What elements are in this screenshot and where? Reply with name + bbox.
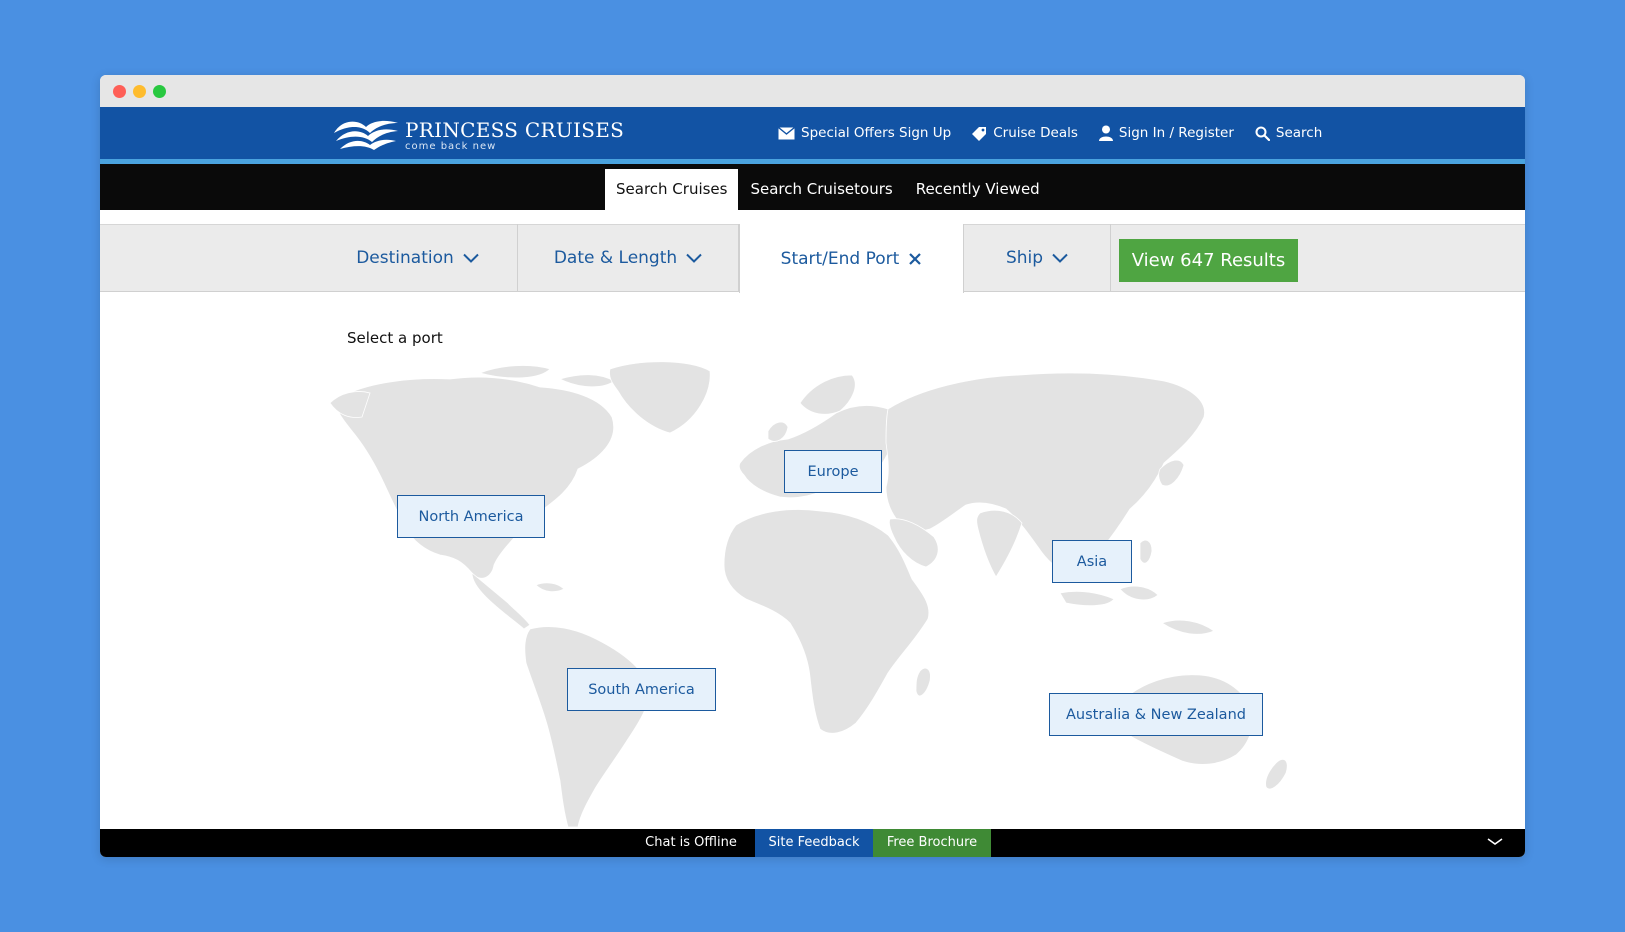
region-europe-button[interactable]: Europe xyxy=(784,450,882,493)
browser-window: PRINCESS CRUISES come back new Special O… xyxy=(100,75,1525,857)
special-offers-label: Special Offers Sign Up xyxy=(801,125,952,141)
region-asia-button[interactable]: Asia xyxy=(1052,540,1132,583)
site-header: PRINCESS CRUISES come back new Special O… xyxy=(100,107,1525,159)
close-window-button[interactable] xyxy=(113,85,126,98)
region-australia-nz-button[interactable]: Australia & New Zealand xyxy=(1049,693,1263,736)
chevron-down-icon[interactable] xyxy=(1487,837,1503,847)
port-selector: Select a port North America Europe Asia … xyxy=(100,293,1525,829)
ship-filter[interactable]: Ship xyxy=(964,224,1111,292)
brand-name: PRINCESS CRUISES xyxy=(405,118,625,142)
view-results-button[interactable]: View 647 Results xyxy=(1119,239,1298,282)
header-links: Special Offers Sign Up Cruise Deals Sign… xyxy=(778,107,1343,159)
search-link[interactable]: Search xyxy=(1255,125,1322,141)
sign-in-link[interactable]: Sign In / Register xyxy=(1098,125,1234,141)
special-offers-link[interactable]: Special Offers Sign Up xyxy=(778,125,951,141)
brand-tagline: come back new xyxy=(405,141,497,152)
search-icon xyxy=(1255,126,1270,141)
chevron-down-icon xyxy=(1052,253,1068,263)
wave-logo-icon xyxy=(334,120,398,150)
destination-label: Destination xyxy=(356,248,454,268)
search-subnav: Search Cruises Search Cruisetours Recent… xyxy=(100,164,1525,210)
region-south-america-button[interactable]: South America xyxy=(567,668,716,711)
date-length-label: Date & Length xyxy=(553,248,678,268)
tab-search-cruises[interactable]: Search Cruises xyxy=(605,169,739,210)
chevron-down-icon xyxy=(686,253,702,263)
date-length-filter[interactable]: Date & Length xyxy=(518,224,739,292)
sign-in-label: Sign In / Register xyxy=(1118,125,1234,141)
cruise-deals-link[interactable]: Cruise Deals xyxy=(972,125,1078,141)
maximize-window-button[interactable] xyxy=(153,85,166,98)
destination-filter[interactable]: Destination xyxy=(318,224,518,292)
chat-status[interactable]: Chat is Offline xyxy=(627,829,755,857)
cruise-deals-label: Cruise Deals xyxy=(993,125,1078,141)
footer-bar: Chat is Offline Site Feedback Free Broch… xyxy=(100,829,1525,857)
envelope-icon xyxy=(778,126,795,139)
filter-bar: Destination Date & Length Start/End Port… xyxy=(100,224,1525,293)
start-end-port-label: Start/End Port xyxy=(780,248,900,269)
chevron-down-icon xyxy=(463,253,479,263)
user-icon xyxy=(1098,125,1113,141)
select-port-prompt: Select a port xyxy=(347,329,443,347)
window-titlebar xyxy=(100,75,1525,107)
tab-recently-viewed[interactable]: Recently Viewed xyxy=(905,169,1051,210)
tag-icon xyxy=(972,126,987,141)
minimize-window-button[interactable] xyxy=(133,85,146,98)
site-feedback-button[interactable]: Site Feedback xyxy=(755,829,873,857)
free-brochure-button[interactable]: Free Brochure xyxy=(873,829,991,857)
world-map xyxy=(329,361,1288,828)
tab-search-cruisetours[interactable]: Search Cruisetours xyxy=(739,169,903,210)
search-label: Search xyxy=(1275,125,1323,141)
close-icon[interactable] xyxy=(908,252,922,266)
ship-label: Ship xyxy=(1005,248,1044,268)
region-north-america-button[interactable]: North America xyxy=(397,495,545,538)
start-end-port-filter[interactable]: Start/End Port xyxy=(739,224,964,293)
